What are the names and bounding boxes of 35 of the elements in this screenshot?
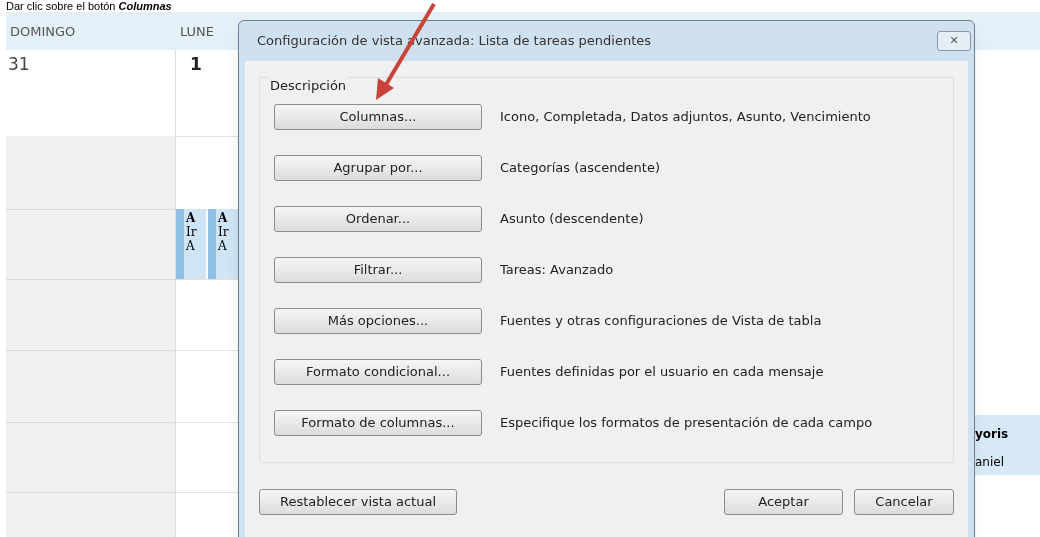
event[interactable]: yoris aniel <box>975 415 1040 475</box>
option-description: Tareas: Avanzado <box>500 261 614 280</box>
appointment-text: A <box>218 239 228 253</box>
close-button[interactable]: ✕ <box>937 31 971 51</box>
option-description: Categorías (ascendente) <box>500 159 661 178</box>
day-date: 1 <box>190 54 202 74</box>
reset-button[interactable]: Restablecer vista actual <box>259 489 457 515</box>
day-label: LUNE <box>180 24 215 39</box>
option-button[interactable]: Formato de columnas... <box>274 410 482 436</box>
option-description: Fuentes definidas por el usuario en cada mensaje <box>500 363 824 382</box>
event-text: aniel <box>975 454 1005 471</box>
ok-button[interactable]: Aceptar <box>724 489 843 515</box>
option-description: Fuentes y otras configuraciones de Vista de tabla <box>500 312 822 331</box>
appointment[interactable]: A Ir A <box>176 209 206 279</box>
day-date: 31 <box>8 54 30 74</box>
cancel-button[interactable]: Cancelar <box>854 489 954 515</box>
group-label: Descripción <box>268 76 349 96</box>
option-button[interactable]: Filtrar... <box>274 257 482 283</box>
option-button[interactable]: Ordenar... <box>274 206 482 232</box>
option-description: Asunto (descendente) <box>500 210 644 229</box>
appointment-text: A <box>218 211 229 225</box>
day-label: DOMINGO <box>10 24 76 39</box>
appointment-text: A <box>186 239 196 253</box>
appointment-text: A <box>186 211 197 225</box>
option-button[interactable]: Columnas... <box>274 104 482 130</box>
option-button[interactable]: Formato condicional... <box>274 359 482 385</box>
appointment[interactable]: A Ir A <box>208 209 238 279</box>
appointment-text: Ir <box>218 225 229 239</box>
event-title: yoris <box>975 426 1010 443</box>
option-button[interactable]: Más opciones... <box>274 308 482 334</box>
option-description: Icono, Completada, Datos adjuntos, Asunto, Vencimiento <box>500 108 871 127</box>
appointment-text: Ir <box>186 225 197 239</box>
option-button[interactable]: Agrupar por... <box>274 155 482 181</box>
option-description: Especifique los formatos de presentación de cada campo <box>500 414 873 433</box>
caption: Dar clic sobre el botón Columnas <box>6 0 172 12</box>
